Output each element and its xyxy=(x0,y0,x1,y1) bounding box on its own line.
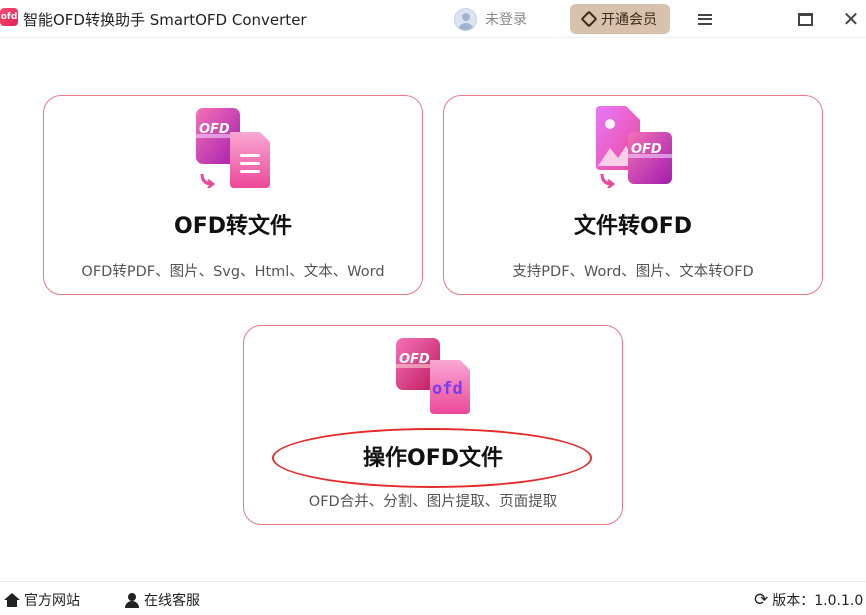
official-website-link[interactable]: 官方网站 xyxy=(4,590,80,610)
login-status-label: 未登录 xyxy=(485,12,527,28)
user-avatar-icon xyxy=(454,7,477,31)
official-website-label: 官方网站 xyxy=(24,593,80,609)
user-login-area[interactable]: 未登录 xyxy=(454,6,527,32)
online-service-link[interactable]: 在线客服 xyxy=(124,590,200,610)
app-logo-icon: ofd xyxy=(0,8,18,26)
refresh-icon: ⟳ xyxy=(754,590,769,610)
menu-button[interactable] xyxy=(692,6,718,32)
open-vip-button[interactable]: 开通会员 xyxy=(570,4,670,34)
card-title: OFD转文件 xyxy=(174,214,292,239)
close-icon: ✕ xyxy=(842,7,860,31)
maximize-button[interactable] xyxy=(792,6,818,32)
card-subtitle: OFD转PDF、图片、Svg、Html、文本、Word xyxy=(81,264,385,280)
svg-text:OFD: OFD xyxy=(399,352,430,367)
version-label: 版本：1.0.1.0 xyxy=(772,593,864,609)
file-to-ofd-card[interactable]: OFD 文件转OFD 支持PDF、Word、图片、文本转OFD xyxy=(443,95,823,295)
online-service-label: 在线客服 xyxy=(144,593,200,609)
maximize-icon xyxy=(797,12,813,26)
ofd-to-file-card[interactable]: OFD OFD转文件 OFD转PDF、图片、Svg、Html、文本、Word xyxy=(43,95,423,295)
customer-service-icon xyxy=(124,592,140,608)
ofd-operate-icon: OFD ofd xyxy=(396,338,470,414)
svg-text:OFD: OFD xyxy=(199,122,230,137)
footer-bar: 官方网站 在线客服 ⟳ 版本：1.0.1.0 xyxy=(0,581,866,615)
card-title: 操作OFD文件 xyxy=(363,446,503,471)
svg-text:OFD: OFD xyxy=(631,142,662,157)
operate-ofd-file-card[interactable]: OFD ofd 操作OFD文件 OFD合并、分割、图片提取、页面提取 xyxy=(243,325,623,525)
card-title: 文件转OFD xyxy=(574,214,692,239)
card-subtitle: OFD合并、分割、图片提取、页面提取 xyxy=(308,494,558,510)
app-title: 智能OFD转换助手 SmartOFD Converter xyxy=(23,11,307,29)
file-to-ofd-icon: OFD xyxy=(596,106,672,188)
diamond-icon xyxy=(580,10,598,28)
title-bar: ofd 智能OFD转换助手 SmartOFD Converter 未登录 开通会… xyxy=(0,0,866,38)
version-info[interactable]: ⟳ 版本：1.0.1.0 xyxy=(754,590,863,610)
svg-text:ofd: ofd xyxy=(432,379,463,399)
home-icon xyxy=(4,593,20,607)
hamburger-menu-icon xyxy=(698,13,712,25)
card-subtitle: 支持PDF、Word、图片、文本转OFD xyxy=(512,264,754,280)
close-button[interactable]: ✕ xyxy=(838,6,864,32)
ofd-to-file-icon: OFD xyxy=(196,108,270,188)
open-vip-label: 开通会员 xyxy=(601,12,657,28)
